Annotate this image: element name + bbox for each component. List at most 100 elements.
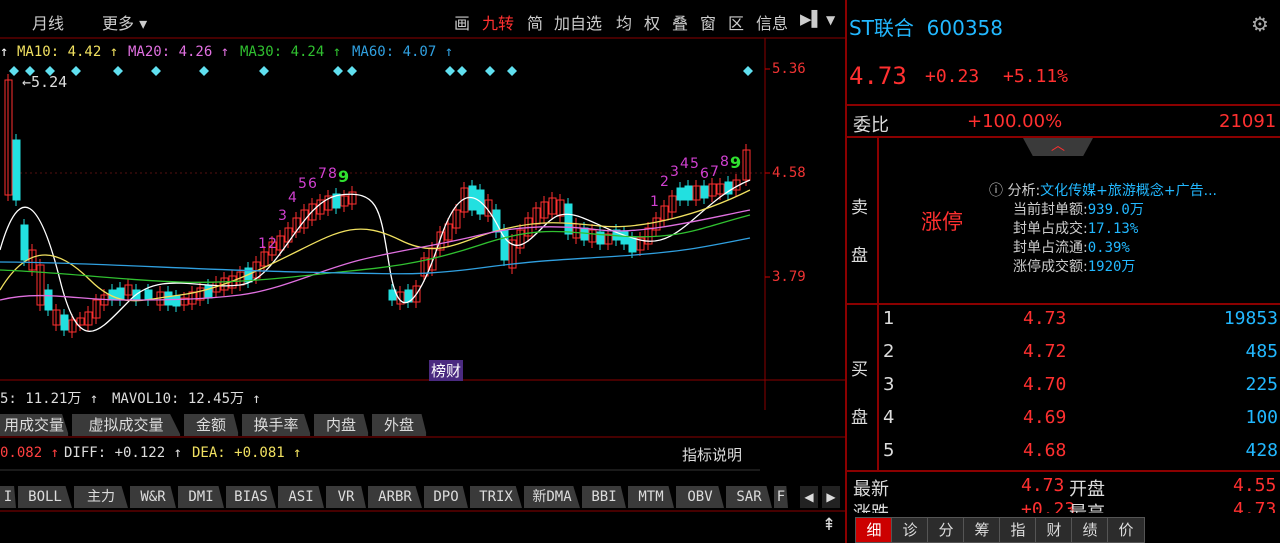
tab-2[interactable]: 分 xyxy=(927,517,965,543)
window-button[interactable]: 窗 xyxy=(700,10,716,34)
td-count-b: 7 xyxy=(710,164,719,180)
bid-level: 5 xyxy=(883,440,895,461)
candle-body xyxy=(564,203,573,235)
indicator-tab[interactable]: ASI xyxy=(278,486,324,508)
scroll-top-icon[interactable]: ⇞ xyxy=(818,515,840,537)
tab-amount[interactable]: 金额 xyxy=(184,414,239,436)
tab-6[interactable]: 绩 xyxy=(1071,517,1109,543)
info-button[interactable]: 信息 xyxy=(756,10,788,34)
tab-4[interactable]: 指 xyxy=(999,517,1037,543)
indicator-tab[interactable]: ARBR xyxy=(368,486,422,508)
indicator-tab[interactable]: 新DMA xyxy=(524,486,580,508)
tab-volume[interactable]: 用成交量 xyxy=(0,414,69,436)
signal-diamond xyxy=(743,66,753,76)
divider xyxy=(847,136,1280,138)
weibi-value: +100.00% xyxy=(967,111,1063,132)
indicator-tab[interactable]: MTM xyxy=(628,486,674,508)
tab-outer[interactable]: 外盘 xyxy=(372,414,427,436)
collapse-orderbook-icon[interactable]: ︿ xyxy=(1023,138,1093,156)
more-menu[interactable]: 更多 ▾ xyxy=(102,10,147,34)
tab-5[interactable]: 财 xyxy=(1035,517,1073,543)
bid-price: 4.69 xyxy=(1023,407,1067,428)
sector-tags[interactable]: 文化传媒+旅游概念+广告... xyxy=(1040,183,1217,199)
ma30-legend: MA30: 4.24 ↑ xyxy=(240,44,342,60)
indicator-tab[interactable]: VR xyxy=(326,486,366,508)
bid-price: 4.72 xyxy=(1023,341,1067,362)
td-count-a: 4 xyxy=(288,190,297,206)
last-price: 4.73 xyxy=(849,62,907,90)
scroll-right-icon[interactable]: ▶ xyxy=(822,486,840,508)
indicator-tab[interactable]: BBI xyxy=(582,486,626,508)
td-nine-button[interactable]: 九转 xyxy=(482,10,514,34)
td-count-a: 5 xyxy=(298,176,307,192)
price-change-pct: +5.11% xyxy=(1003,66,1069,87)
chart-toolbar: 月线 更多 ▾ 画 九转 简 加自选 均 权 叠 窗 区 信息 ▶▌ ▼ xyxy=(0,0,845,38)
simple-button[interactable]: 简 xyxy=(527,10,543,34)
signal-diamond xyxy=(445,66,455,76)
rights-button[interactable]: 权 xyxy=(644,10,660,34)
candle-body xyxy=(628,237,637,253)
indicator-tab[interactable]: W&R xyxy=(130,486,176,508)
td-count-a: 9 xyxy=(338,167,349,186)
bid-volume: 485 xyxy=(1245,341,1278,362)
td-count-a: 1 xyxy=(258,236,267,252)
td-count-a: 8 xyxy=(328,166,337,182)
period-selector[interactable]: 月线 xyxy=(32,10,64,34)
candle-body xyxy=(172,295,181,307)
td-count-a: 3 xyxy=(278,208,287,224)
indicator-tab[interactable]: BIAS xyxy=(226,486,276,508)
indicator-tab[interactable]: SAR xyxy=(726,486,772,508)
watermark-logo: 榜财 xyxy=(429,360,464,381)
candle-body xyxy=(44,289,53,311)
indicator-tab[interactable]: OBV xyxy=(676,486,724,508)
sell-side-label: 卖盘 xyxy=(851,198,868,266)
td-count-a: 6 xyxy=(308,176,317,192)
add-watchlist-button[interactable]: 加自选 xyxy=(554,10,602,34)
gear-icon[interactable]: ⚙ xyxy=(1251,12,1269,36)
signal-diamond xyxy=(347,66,357,76)
price-tick-mid: 4.58 xyxy=(772,165,806,181)
scroll-left-icon[interactable]: ◀ xyxy=(800,486,818,508)
chevron-down-icon[interactable]: ▼ xyxy=(826,13,835,27)
tab-inner[interactable]: 内盘 xyxy=(314,414,369,436)
indicator-tab[interactable]: DPO xyxy=(424,486,468,508)
indicator-tab[interactable]: F xyxy=(774,486,788,508)
indicator-tab[interactable]: 主力 xyxy=(74,486,128,508)
high-label: 最高 xyxy=(1069,499,1105,513)
bid-price: 4.73 xyxy=(1023,308,1067,329)
divider xyxy=(847,303,1280,305)
draw-button[interactable]: 画 xyxy=(454,10,470,34)
indicator-tab[interactable]: DMI xyxy=(178,486,224,508)
divider xyxy=(847,470,1280,472)
signal-diamond xyxy=(485,66,495,76)
candle-body xyxy=(164,291,173,306)
price-tick-low: 3.79 xyxy=(772,269,806,285)
tab-virtual-volume[interactable]: 虚拟成交量 xyxy=(72,414,181,436)
vol5-legend: 5: 11.21万 ↑ xyxy=(0,391,99,407)
candle-body xyxy=(12,139,21,201)
td-count-b: 6 xyxy=(700,166,709,182)
signal-diamond xyxy=(333,66,343,76)
tab-0[interactable]: 细 xyxy=(855,517,893,543)
info-icon[interactable]: ⓘ xyxy=(989,183,1003,199)
td-count-a: 7 xyxy=(318,166,327,182)
indicator-explain-link[interactable]: 指标说明 xyxy=(682,444,742,465)
tab-3[interactable]: 筹 xyxy=(963,517,1001,543)
tab-7[interactable]: 价 xyxy=(1107,517,1145,543)
candle-body xyxy=(60,314,69,331)
range-button[interactable]: 区 xyxy=(728,10,744,34)
average-button[interactable]: 均 xyxy=(616,10,632,34)
signal-diamond xyxy=(113,66,123,76)
signal-diamond xyxy=(199,66,209,76)
indicator-tab[interactable]: I xyxy=(0,486,16,508)
limit-up-badge: 涨停 xyxy=(921,210,963,234)
collapse-panel-icon[interactable]: ▶▌ xyxy=(800,10,823,28)
candle-body xyxy=(204,284,213,299)
tab-turnover[interactable]: 换手率 xyxy=(242,414,311,436)
indicator-tab[interactable]: BOLL xyxy=(18,486,72,508)
td-count-b: 4 xyxy=(680,156,689,172)
tab-1[interactable]: 诊 xyxy=(891,517,929,543)
overlay-button[interactable]: 叠 xyxy=(672,10,688,34)
indicator-tab[interactable]: TRIX xyxy=(470,486,522,508)
signal-diamond xyxy=(457,66,467,76)
